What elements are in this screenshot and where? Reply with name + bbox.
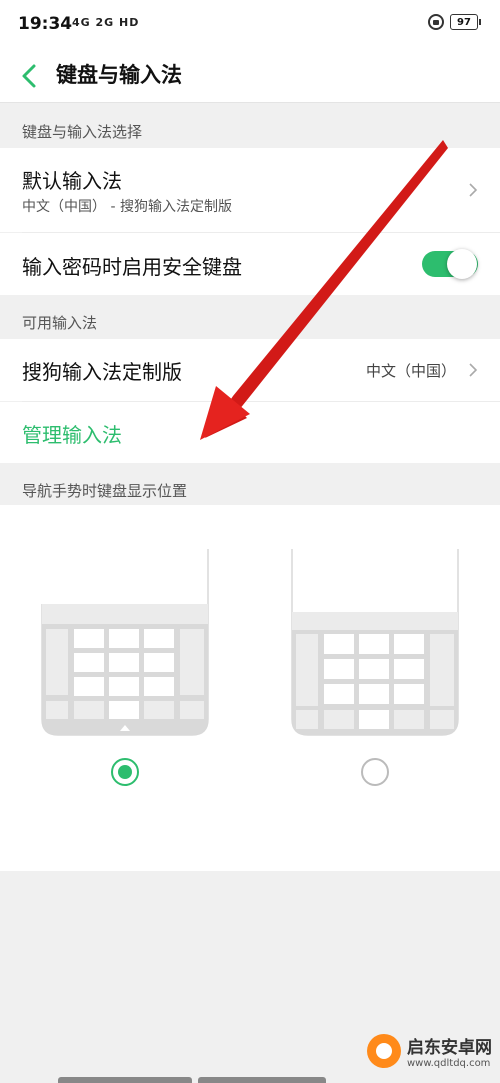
toggle-knob xyxy=(447,249,477,279)
battery-icon: 97 xyxy=(450,14,481,30)
page-title: 键盘与输入法 xyxy=(56,63,182,87)
status-right-icons: 97 xyxy=(428,14,481,30)
title-bar: 键盘与输入法 xyxy=(0,50,500,103)
signal-icons: 4G 2G HD xyxy=(72,16,140,29)
keyboard-preview-bottom[interactable] xyxy=(290,549,460,739)
watermark-name: 启东安卓网 xyxy=(407,1038,492,1058)
rotation-lock-icon xyxy=(428,14,444,30)
keyboard-position-radio-1[interactable] xyxy=(111,758,139,786)
secure-keyboard-toggle[interactable] xyxy=(422,249,478,279)
default-ime-subtitle: 中文（中国） - 搜狗输入法定制版 xyxy=(22,199,232,215)
section-header-keyboard-select: 键盘与输入法选择 xyxy=(0,104,500,148)
back-arrow-icon[interactable] xyxy=(18,62,42,90)
nav-bar-segment xyxy=(58,1077,192,1083)
secure-keyboard-row[interactable]: 输入密码时启用安全键盘 xyxy=(0,233,500,295)
default-ime-row[interactable]: 默认输入法 中文（中国） - 搜狗输入法定制版 xyxy=(0,148,500,232)
keyboard-position-radio-2[interactable] xyxy=(361,758,389,786)
keyboard-preview-raised[interactable] xyxy=(40,549,210,739)
sogou-ime-value: 中文（中国） xyxy=(365,362,456,380)
section-header-nav-gesture: 导航手势时键盘显示位置 xyxy=(0,463,500,505)
sogou-ime-row[interactable]: 搜狗输入法定制版 中文（中国） xyxy=(0,339,500,401)
watermark-logo: 启东安卓网 www.qdltdq.com xyxy=(367,1033,492,1069)
watermark-url: www.qdltdq.com xyxy=(407,1058,491,1069)
sogou-ime-title: 搜狗输入法定制版 xyxy=(22,360,182,384)
manage-ime-link[interactable]: 管理输入法 xyxy=(22,419,122,448)
status-bar: 19:34 4G 2G HD 97 xyxy=(0,0,500,50)
default-ime-title: 默认输入法 xyxy=(22,169,122,193)
section-header-available: 可用输入法 xyxy=(0,295,500,339)
chevron-right-icon xyxy=(469,183,478,197)
nav-bar-segment xyxy=(198,1077,326,1083)
watermark-logo-icon xyxy=(367,1034,401,1068)
keyboard-position-panel xyxy=(0,505,500,871)
manage-ime-row[interactable]: 管理输入法 xyxy=(0,402,500,463)
chevron-right-icon xyxy=(469,363,478,377)
status-time: 19:34 xyxy=(18,14,73,34)
secure-keyboard-label: 输入密码时启用安全键盘 xyxy=(22,255,242,279)
